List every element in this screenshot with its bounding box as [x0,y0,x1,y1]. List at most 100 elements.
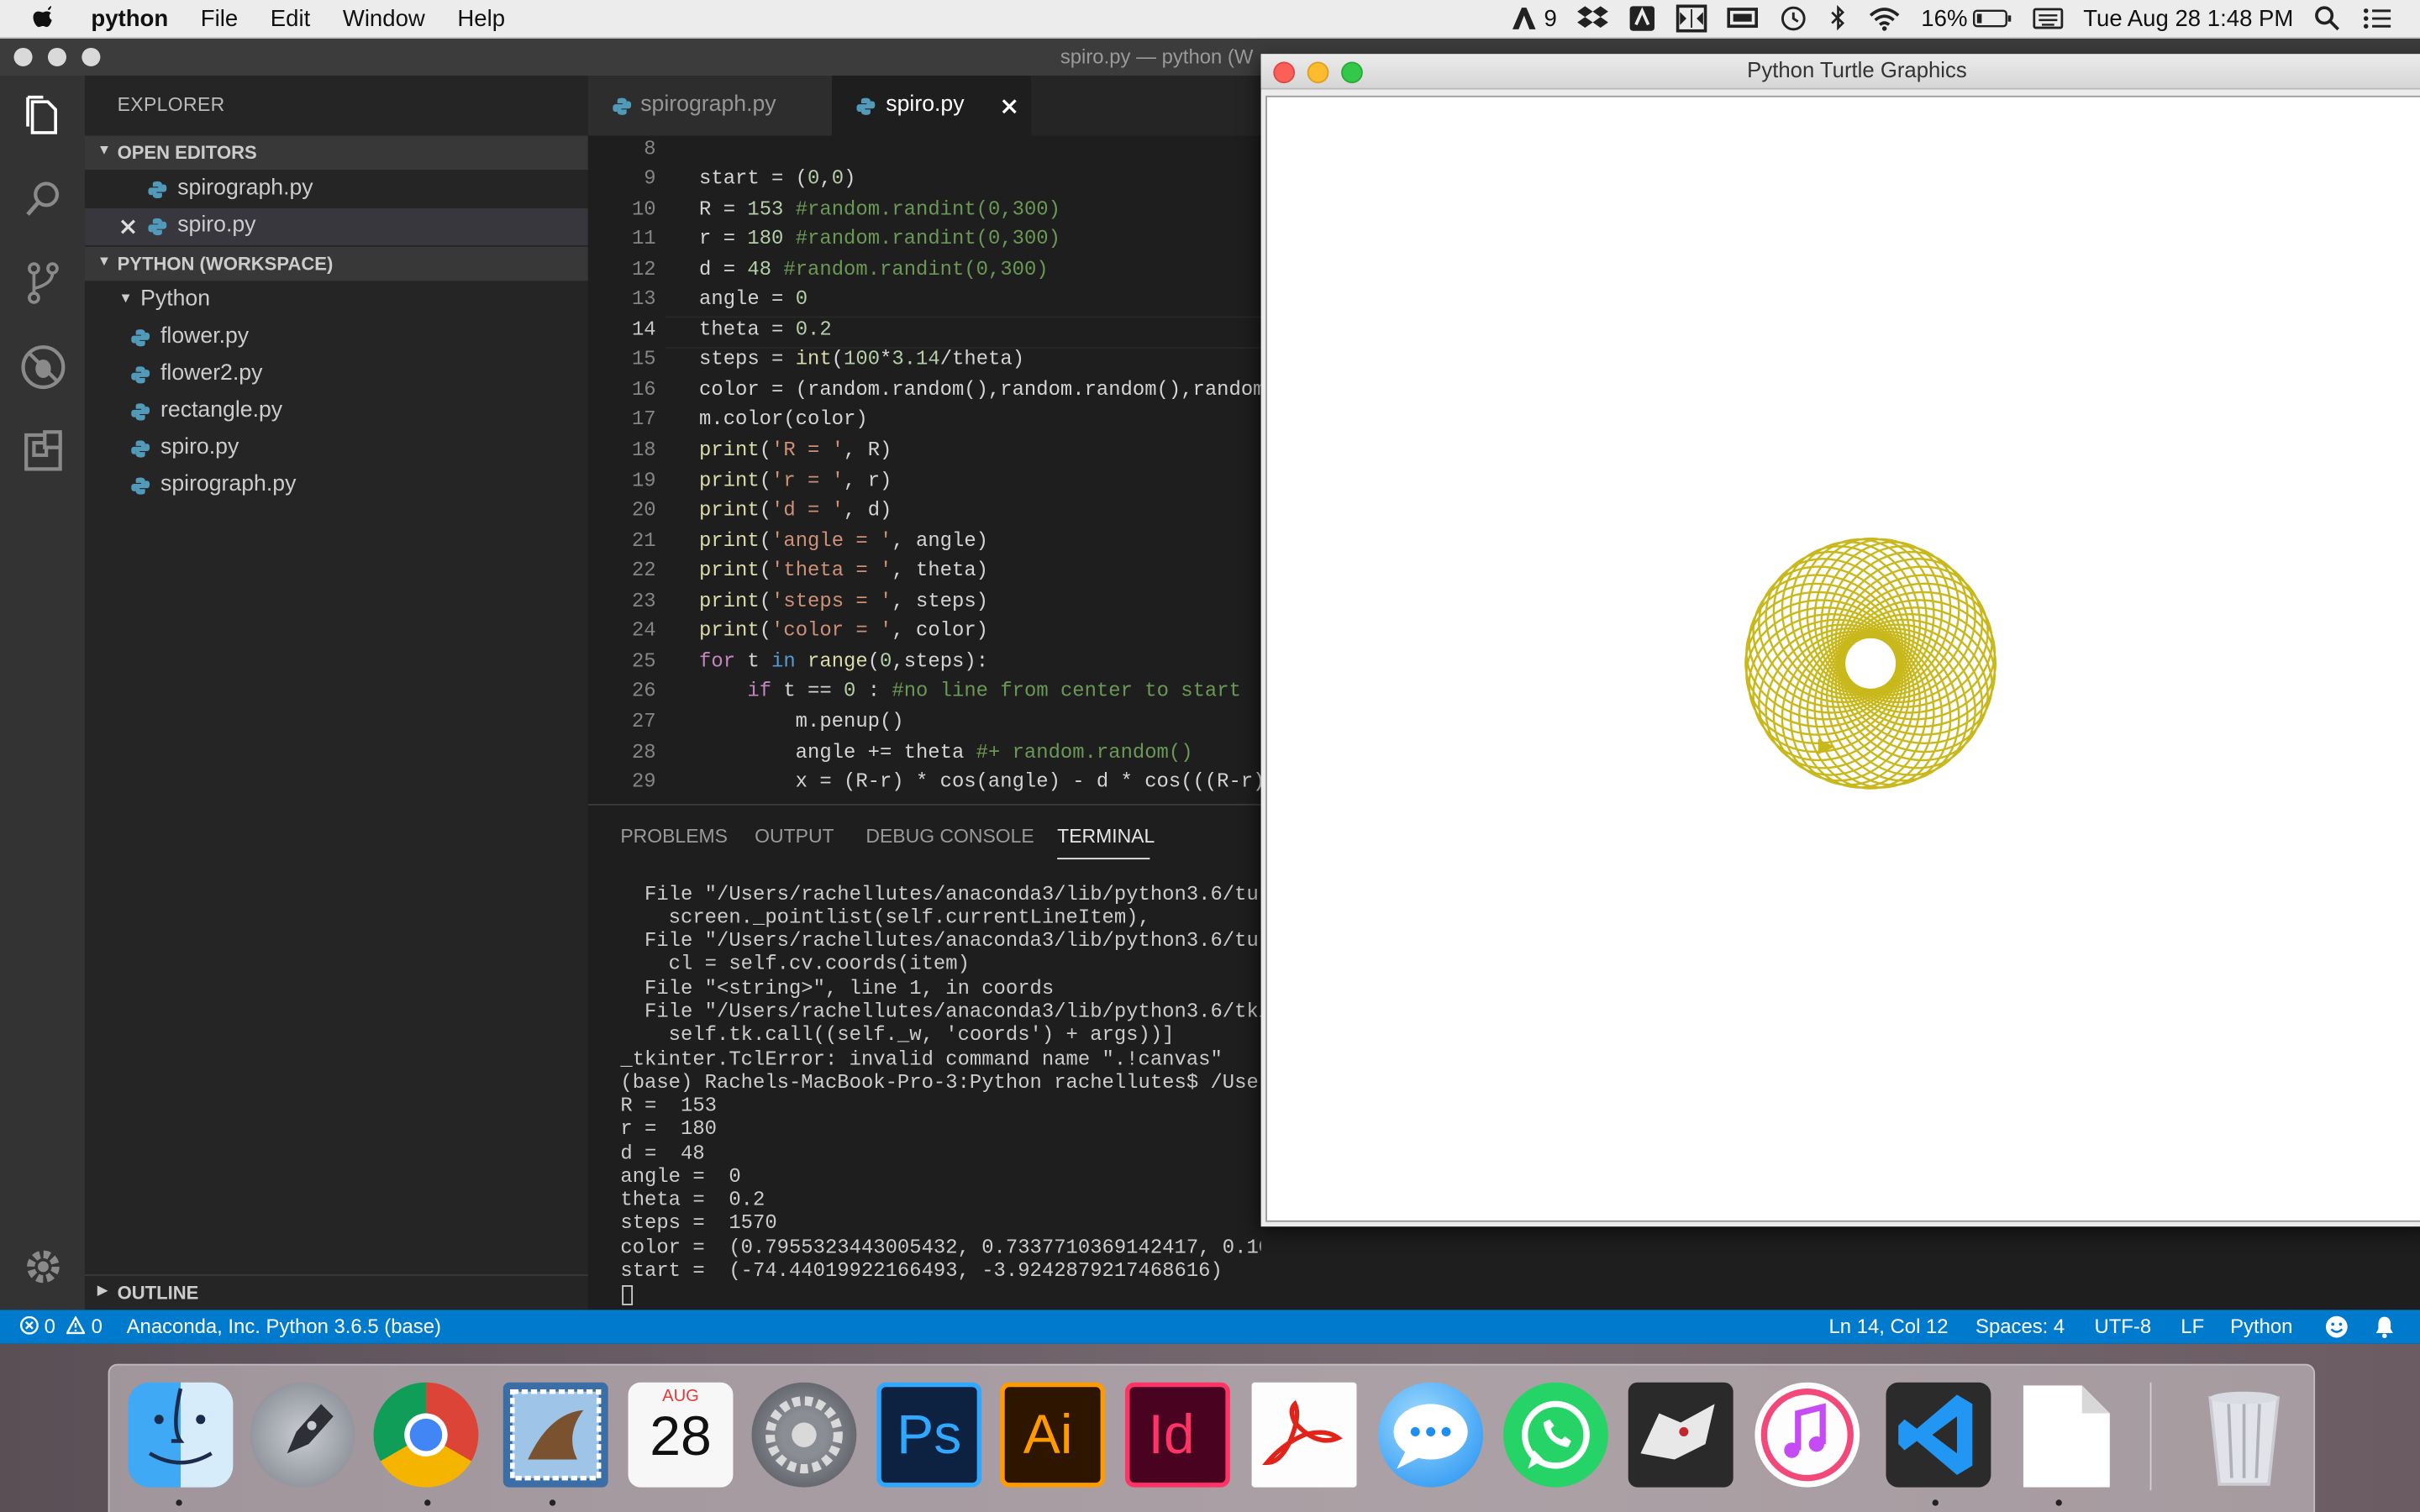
menu-window[interactable]: Window [343,5,425,31]
file-item[interactable]: rectangle.py [85,393,588,430]
notifications-bell-icon[interactable] [2372,1315,2396,1339]
apple-icon[interactable] [31,5,65,33]
bottom-panel: PROBLEMS OUTPUT DEBUG CONSOLE TERMINAL F… [587,803,1261,1312]
dropbox-icon[interactable] [1576,5,1608,33]
system-preferences-icon[interactable] [751,1382,857,1488]
minimize-window-button[interactable] [47,47,66,66]
keyboard-icon[interactable] [2033,6,2064,30]
line-number: 23 [631,589,656,613]
problems-status[interactable]: 0 0 [19,1315,103,1337]
messages-icon[interactable] [1378,1382,1484,1488]
bluetooth-icon[interactable] [1828,4,1847,33]
display-icon[interactable] [1726,6,1758,30]
photoshop-icon[interactable]: Ps [876,1382,982,1488]
debug-icon[interactable] [18,343,68,392]
adobe-status-item[interactable]: 9 [1512,5,1557,32]
line-number: 15 [631,347,656,370]
notification-center-icon[interactable] [2361,6,2392,30]
search-icon[interactable] [18,175,68,224]
trash-icon[interactable] [2191,1383,2296,1488]
menu-file[interactable]: File [201,5,238,31]
file-item[interactable]: spiro.py [85,430,588,467]
chrome-icon[interactable] [373,1382,479,1488]
spiro-curve-group [1744,537,1997,790]
line-number: 18 [631,438,656,462]
menubar-clock[interactable]: Tue Aug 28 1:48 PM [2083,5,2293,31]
file-item[interactable]: flower.py [85,319,588,356]
close-icon[interactable] [1002,99,1017,114]
encoding[interactable]: UTF-8 [2094,1315,2151,1338]
close-window-button[interactable] [1273,61,1296,84]
menu-edit[interactable]: Edit [271,5,310,31]
indesign-icon[interactable]: Id [1124,1382,1230,1488]
indentation[interactable]: Spaces: 4 [1975,1315,2065,1338]
vscode-icon[interactable] [1886,1382,1991,1488]
warning-icon [66,1315,87,1335]
open-editor-item[interactable]: spirograph.py [85,171,588,208]
open-editors-section[interactable]: ▼ OPEN EDITORS [85,135,588,171]
minimize-window-button[interactable] [1307,61,1329,84]
turtle-canvas[interactable] [1265,95,2420,1222]
file-item[interactable]: flower2.py [85,356,588,393]
python-file-icon [148,218,167,236]
running-indicator [549,1499,556,1506]
calendar-month: AUG [662,1387,699,1406]
settings-gear-icon[interactable] [18,1242,68,1292]
battery-percent: 16% [1921,5,1968,32]
extensions-icon[interactable] [18,428,68,477]
file-label: flower2.py [160,360,263,386]
source-control-icon[interactable] [18,258,68,307]
whatsapp-icon[interactable] [1502,1382,1608,1488]
interpreter-selector[interactable]: Anaconda, Inc. Python 3.6.5 (base) [127,1315,441,1338]
folder-python[interactable]: ▼ Python [85,282,588,319]
itunes-icon[interactable] [1754,1382,1860,1488]
outline-section[interactable]: ▶ OUTLINE [85,1274,588,1310]
language-mode[interactable]: Python [2230,1315,2292,1338]
line-number: 8 [644,137,656,161]
tab-debug-console[interactable]: DEBUG CONSOLE [865,826,1034,848]
code-editor[interactable]: 8 9 10 11 12 13 14 15 16 17 18 19 20 21 … [587,135,1261,804]
zoom-window-button[interactable] [82,47,101,66]
battery-status[interactable]: 16% [1921,5,2012,32]
acrobat-icon[interactable] [1251,1382,1357,1488]
tab-problems[interactable]: PROBLEMS [620,826,728,848]
close-icon[interactable] [120,219,135,234]
line-number: 25 [631,649,656,673]
spotlight-search-icon[interactable] [2313,5,2341,33]
menu-help[interactable]: Help [457,5,505,31]
ps-label: Ps [897,1402,962,1466]
rhino-icon[interactable] [1628,1382,1733,1488]
document-icon[interactable] [2014,1383,2119,1488]
feedback-smiley-icon[interactable] [2324,1315,2349,1339]
tab-spiro[interactable]: spiro.py [832,76,1031,136]
line-number: 28 [631,740,656,764]
zoom-window-button[interactable] [1341,61,1363,84]
line-number: 24 [631,618,656,643]
app-menu-python[interactable]: python [91,5,168,31]
workspace-section[interactable]: ▼ PYTHON (WORKSPACE) [85,246,588,281]
preview-icon[interactable] [502,1382,608,1488]
close-window-button[interactable] [13,47,33,66]
tab-output[interactable]: OUTPUT [755,826,834,848]
open-editor-item-active[interactable]: spiro.py [85,207,588,246]
running-indicator [424,1499,431,1506]
open-editors-label: OPEN EDITORS [117,141,257,164]
illustrator-icon[interactable]: Ai [1000,1382,1106,1488]
python-file-icon [131,366,150,384]
tab-terminal[interactable]: TERMINAL [1057,826,1155,848]
terminal-line: d = 48 [620,1142,705,1165]
tab-spirograph[interactable]: spirograph.py [587,76,832,136]
wifi-icon[interactable] [1867,5,1901,33]
finder-icon[interactable] [128,1382,234,1488]
line-ending[interactable]: LF [2181,1315,2204,1338]
line-number: 9 [644,166,656,190]
window-split-icon[interactable] [1676,4,1707,33]
calendar-icon[interactable]: AUG 28 [628,1382,734,1488]
file-item[interactable]: spirograph.py [85,468,588,505]
explorer-icon[interactable] [18,91,68,140]
launchpad-icon[interactable] [250,1382,355,1488]
time-machine-icon[interactable] [1777,5,1808,33]
creative-cloud-icon[interactable] [1628,5,1655,33]
terminal[interactable]: File "/Users/rachellutes/anaconda3/lib/p… [588,879,1261,1311]
cursor-position[interactable]: Ln 14, Col 12 [1829,1315,1949,1338]
